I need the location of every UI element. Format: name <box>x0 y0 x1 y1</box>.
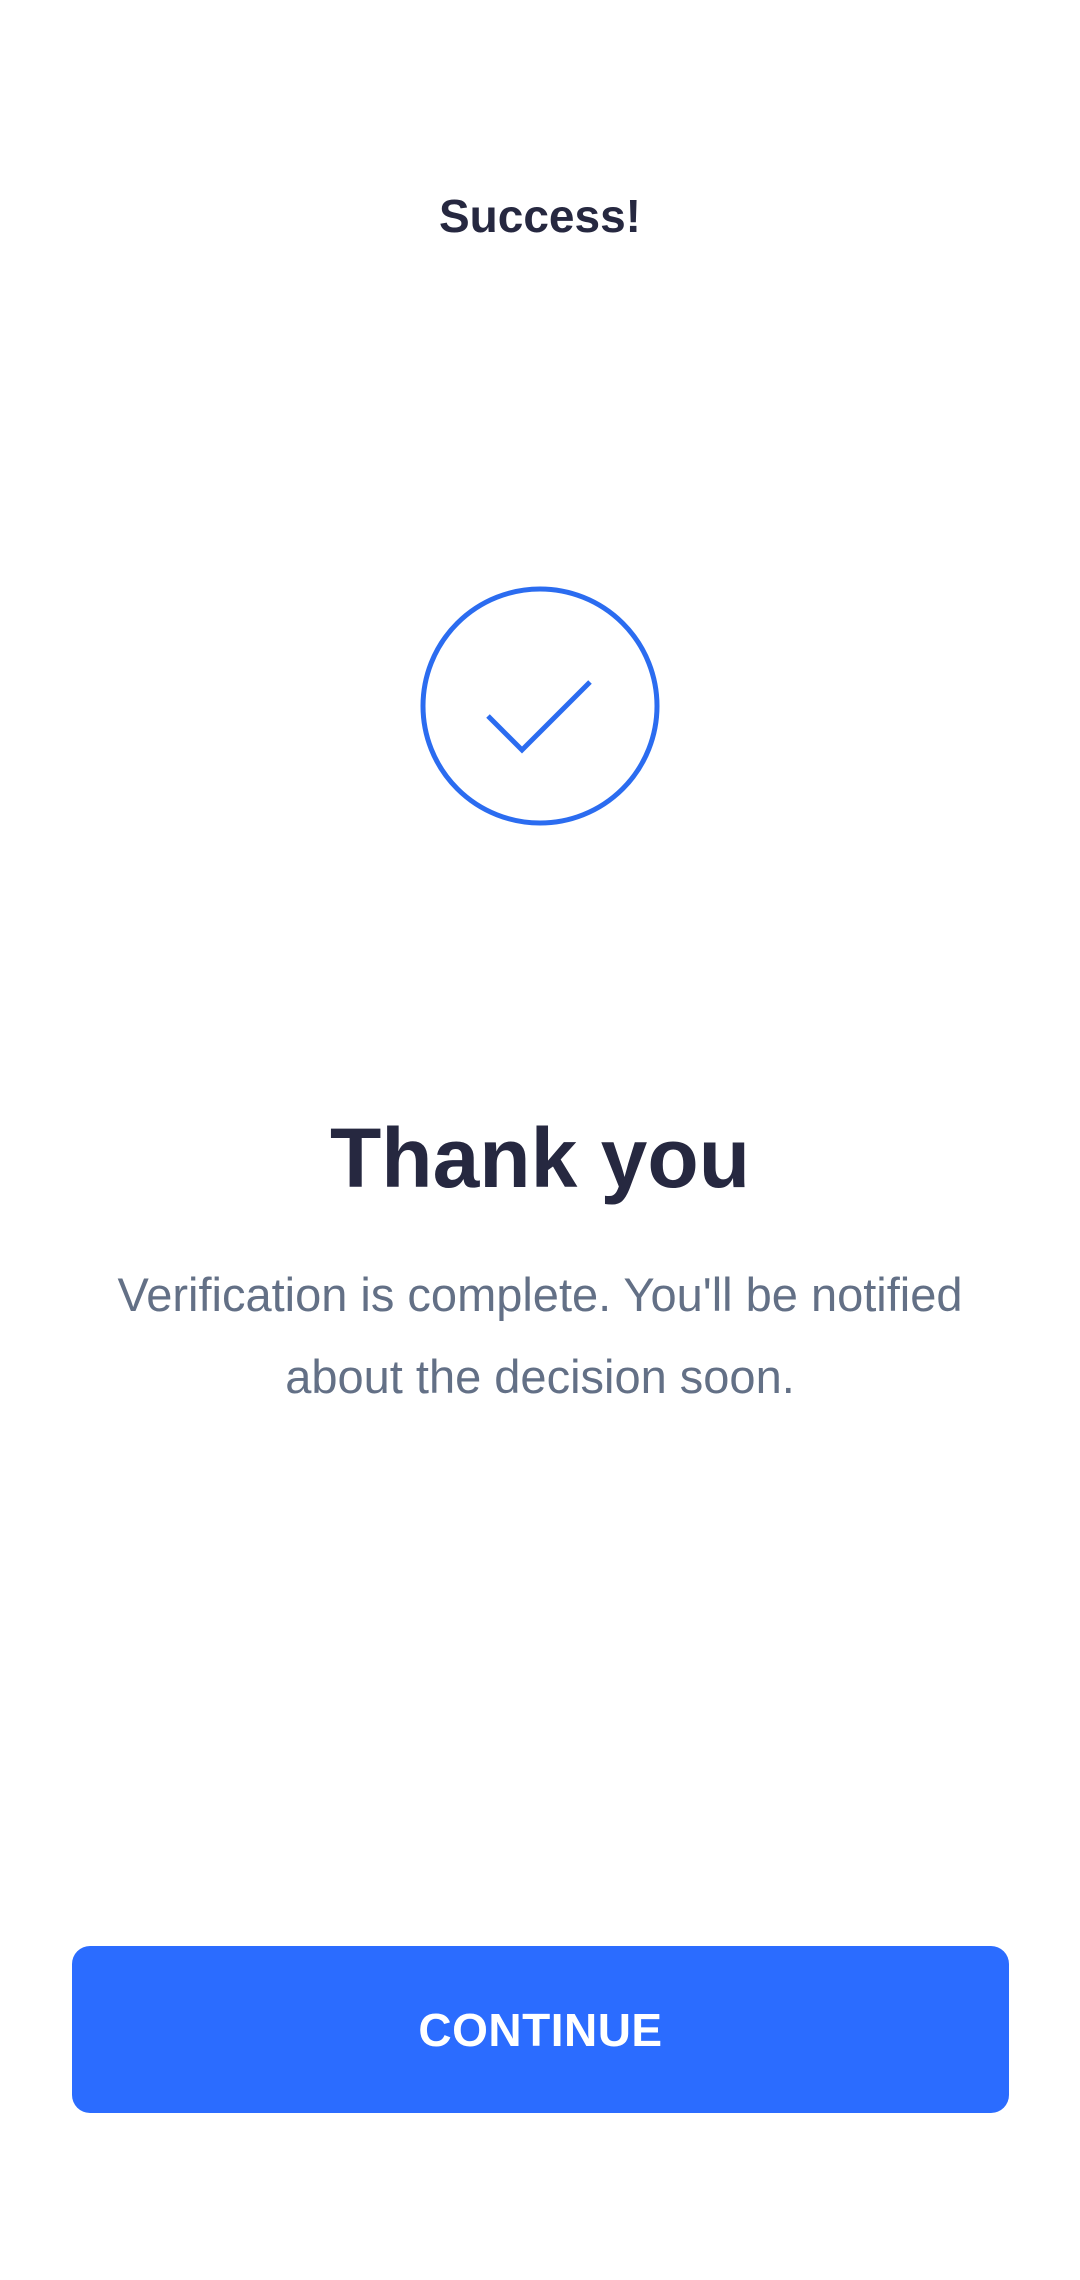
continue-button[interactable]: CONTINUE <box>72 1946 1009 2113</box>
checkmark-circle-icon <box>420 586 660 826</box>
thank-you-heading: Thank you <box>329 1111 751 1205</box>
continue-button-label: CONTINUE <box>418 2003 663 2056</box>
screen-title: Success! <box>438 190 641 242</box>
verification-message: Verification is complete. You'll be noti… <box>117 1268 963 1403</box>
